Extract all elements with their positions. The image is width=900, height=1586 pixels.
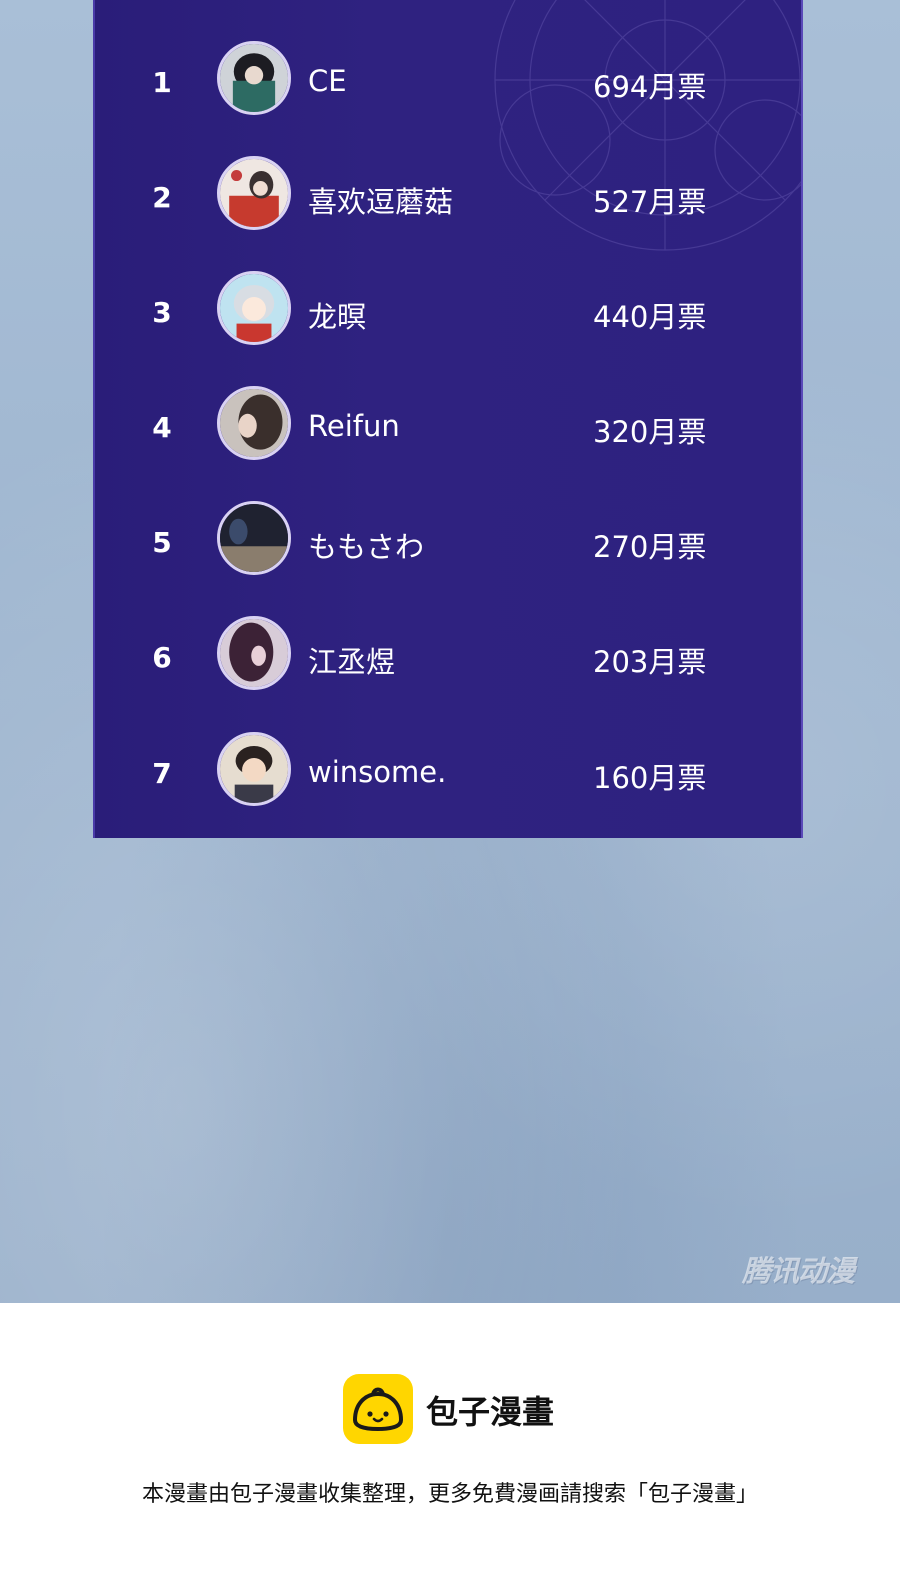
user-avatar[interactable] [217,616,291,690]
footer: 包子漫畫 本漫畫由包子漫畫收集整理，更多免費漫画請搜索「包子漫畫」 [0,1303,900,1586]
bun-logo-icon[interactable] [343,1374,413,1444]
user-avatar[interactable] [217,271,291,345]
rank-number: 6 [152,641,172,674]
vote-count: 270月票 [593,530,707,564]
vote-count: 440月票 [593,300,707,334]
user-avatar[interactable] [217,156,291,230]
ranking-row-2[interactable]: 2 喜欢逗蘑菇 527月票 [95,151,801,241]
vote-count: 160月票 [593,761,707,795]
user-avatar[interactable] [217,732,291,806]
user-name: Reifun [308,409,400,443]
ranking-row-1[interactable]: 1 CE 694月票 [95,36,801,126]
rank-number: 4 [152,411,172,444]
rank-number: 2 [152,181,172,214]
ranking-row-5[interactable]: 5 ももさわ 270月票 [95,496,801,586]
ranking-row-7[interactable]: 7 winsome. 160月票 [95,727,801,817]
vote-count: 694月票 [593,70,707,104]
rank-number: 3 [152,296,172,329]
user-name: 江丞煜 [308,645,396,679]
rank-number: 1 [152,66,172,99]
ranking-panel: 1 CE 694月票 2 喜欢逗蘑菇 527月票 3 龙暝 440月票 4 Re… [93,0,803,838]
ranking-row-3[interactable]: 3 龙暝 440月票 [95,266,801,356]
source-notice: 本漫畫由包子漫畫收集整理，更多免費漫画請搜索「包子漫畫」 [141,1482,758,1507]
tencent-comic-watermark: 腾讯动漫 [742,1254,855,1288]
user-name: ももさわ [308,530,425,564]
user-avatar[interactable] [217,386,291,460]
vote-count: 203月票 [593,645,707,679]
ranking-row-6[interactable]: 6 江丞煜 203月票 [95,611,801,701]
user-name: winsome. [308,755,447,789]
user-name: 喜欢逗蘑菇 [308,185,454,219]
user-name: 龙暝 [308,300,367,334]
vote-count: 527月票 [593,185,707,219]
user-avatar[interactable] [217,501,291,575]
vote-count: 320月票 [593,415,707,449]
rank-number: 5 [152,526,172,559]
rank-number: 7 [152,757,172,790]
user-avatar[interactable] [217,41,291,115]
user-name: CE [308,64,347,98]
ranking-row-4[interactable]: 4 Reifun 320月票 [95,381,801,471]
brand-name: 包子漫畫 [426,1393,555,1431]
